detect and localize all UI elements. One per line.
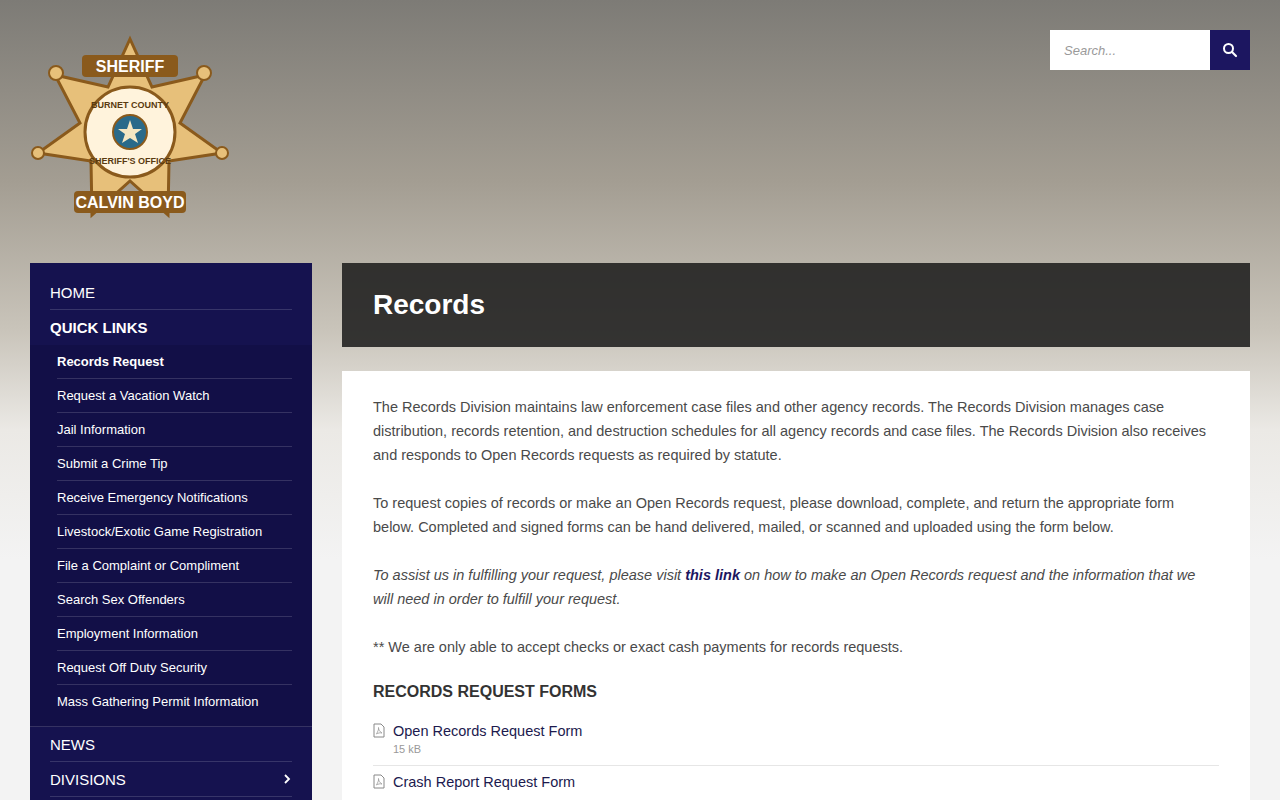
sidebar-item[interactable]: QUICK LINKS: [50, 310, 292, 345]
pdf-file-icon: [373, 723, 385, 738]
sidebar-submenu: Records RequestRequest a Vacation WatchJ…: [30, 345, 312, 727]
sidebar-subitem[interactable]: Receive Emergency Notifications: [57, 481, 292, 515]
sheriff-badge-logo[interactable]: SHERIFF BURNET COUNTY SHERIFF'S OFFICE CALV…: [30, 35, 230, 225]
svg-text:SHERIFF: SHERIFF: [96, 58, 165, 75]
content-card: The Records Division maintains law enfor…: [342, 371, 1250, 800]
search-button[interactable]: [1210, 30, 1250, 70]
sidebar-subitem[interactable]: Submit a Crime Tip: [57, 447, 292, 481]
search-input[interactable]: [1050, 30, 1210, 70]
sidebar-subitem[interactable]: Search Sex Offenders: [57, 583, 292, 617]
search-bar: [1050, 30, 1250, 70]
file-size: 15 kB: [393, 743, 582, 755]
forms-heading: RECORDS REQUEST FORMS: [373, 683, 1219, 701]
form-file: Open Records Request Form 15 kB: [393, 721, 582, 755]
form-file: Crash Report Request Form: [393, 772, 575, 792]
chevron-right-icon: [282, 773, 292, 785]
sidebar-item-label: NEWS: [50, 736, 95, 753]
sidebar: HOME QUICK LINKS Records RequestRequest a …: [30, 263, 312, 800]
sidebar-subitem[interactable]: Mass Gathering Permit Information: [57, 685, 292, 718]
magnifier-icon: [1222, 42, 1238, 58]
form-download-link[interactable]: Open Records Request Form: [393, 723, 582, 739]
content: Records The Records Division maintains la…: [342, 263, 1250, 800]
sidebar-item[interactable]: NEWS: [50, 727, 292, 762]
sidebar-subitem[interactable]: File a Complaint or Compliment: [57, 549, 292, 583]
sidebar-item[interactable]: HOME: [50, 275, 292, 310]
page-title: Records: [373, 287, 1219, 323]
sidebar-item-label: HOME: [50, 284, 95, 301]
sidebar-item-label: DIVISIONS: [50, 771, 126, 788]
pdf-file-icon: [373, 774, 385, 789]
sidebar-subitem[interactable]: Employment Information: [57, 617, 292, 651]
sheriff-star-icon: SHERIFF BURNET COUNTY SHERIFF'S OFFICE CALV…: [30, 35, 230, 225]
title-bar: Records: [342, 263, 1250, 347]
sidebar-subitem[interactable]: Jail Information: [57, 413, 292, 447]
sidebar-subitem[interactable]: Request Off Duty Security: [57, 651, 292, 685]
sidebar-item[interactable]: DIVISIONS: [50, 762, 292, 797]
sidebar-item-label: QUICK LINKS: [50, 319, 148, 336]
payment-note: ** We are only able to accept checks or …: [373, 635, 1219, 659]
note-paragraph: To assist us in fulfilling your request,…: [373, 563, 1219, 611]
sidebar-subitem[interactable]: Records Request: [57, 345, 292, 379]
info-link[interactable]: this link: [685, 567, 740, 583]
header: SHERIFF BURNET COUNTY SHERIFF'S OFFICE CALV…: [0, 0, 1280, 263]
svg-text:CALVIN BOYD: CALVIN BOYD: [75, 194, 184, 211]
sidebar-subitem[interactable]: Request a Vacation Watch: [57, 379, 292, 413]
form-file-row: Crash Report Request Form: [373, 766, 1219, 800]
form-file-row: Open Records Request Form 15 kB: [373, 715, 1219, 766]
page: SHERIFF BURNET COUNTY SHERIFF'S OFFICE CALV…: [0, 0, 1280, 800]
sidebar-subitem[interactable]: Livestock/Exotic Game Registration: [57, 515, 292, 549]
paragraph: The Records Division maintains law enfor…: [373, 395, 1219, 467]
svg-text:BURNET COUNTY: BURNET COUNTY: [91, 100, 169, 110]
main: HOME QUICK LINKS Records RequestRequest a …: [0, 263, 1280, 800]
form-download-link[interactable]: Crash Report Request Form: [393, 774, 575, 790]
svg-text:SHERIFF'S OFFICE: SHERIFF'S OFFICE: [89, 156, 171, 166]
paragraph: To request copies of records or make an …: [373, 491, 1219, 539]
